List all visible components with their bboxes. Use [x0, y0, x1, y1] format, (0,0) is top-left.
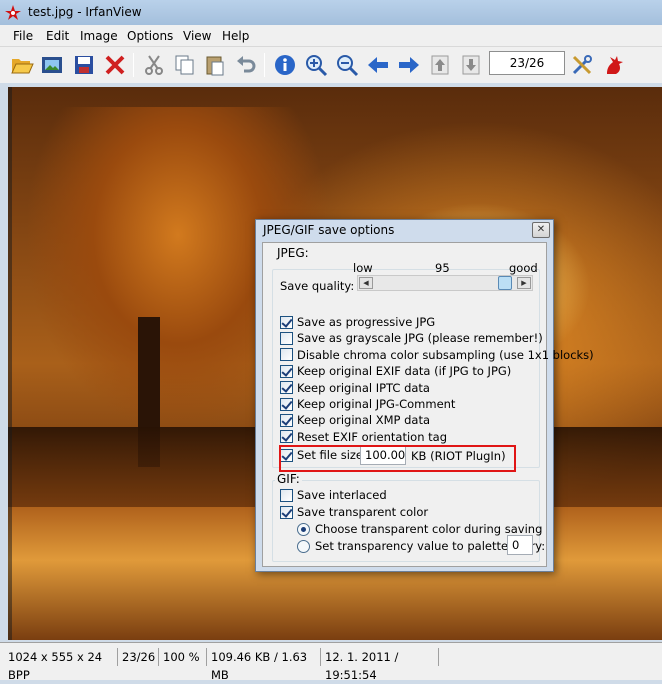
save-interlaced-checkbox[interactable] [280, 488, 293, 502]
dialog-title: JPEG/GIF save options [263, 223, 395, 237]
toolbar-separator [264, 53, 265, 77]
disable-chroma-subsampling-checkbox[interactable] [280, 348, 293, 362]
choose-transparent-color-label: Choose transparent color during saving [315, 522, 543, 536]
quality-value: 95 [435, 261, 450, 275]
jpeg-group-label: JPEG: [275, 246, 311, 260]
menu-edit[interactable]: Edit [46, 29, 69, 43]
cut-icon[interactable] [140, 51, 168, 79]
toolbar-separator [133, 53, 134, 77]
jpeg-gif-save-options-dialog: JPEG/GIF save options ✕ JPEG: low 95 goo… [255, 219, 594, 572]
undo-icon[interactable] [232, 51, 260, 79]
menu-bar: File Edit Image Options View Help [0, 25, 662, 47]
image-counter-field[interactable]: 23/26 [489, 51, 565, 75]
gif-group-label: GIF: [275, 472, 302, 486]
save-transparent-color-checkbox[interactable] [280, 505, 293, 519]
reset-exif-orientation-label: Reset EXIF orientation tag [297, 429, 448, 444]
disable-chroma-subsampling-row: Disable chroma color subsampling (use 1x… [280, 347, 594, 363]
grayscale-jpg-row: Save as grayscale JPG (please remember!) [280, 330, 543, 346]
keep-exif-checkbox[interactable] [280, 364, 293, 378]
keep-xmp-label: Keep original XMP data [297, 413, 431, 428]
save-transparent-color-label: Save transparent color [297, 505, 429, 519]
keep-xmp-row: Keep original XMP data [280, 412, 430, 428]
delete-icon[interactable] [101, 51, 129, 79]
status-bar: 1024 x 555 x 24 BPP 23/26 100 % 109.46 K… [0, 642, 662, 682]
zoom-out-icon[interactable] [333, 51, 361, 79]
keep-iptc-row: Keep original IPTC data [280, 380, 430, 396]
keep-iptc-checkbox[interactable] [280, 381, 293, 395]
keep-jpg-comment-label: Keep original JPG-Comment [297, 397, 456, 411]
previous-icon[interactable] [364, 51, 392, 79]
choose-transparent-color-radio[interactable] [297, 522, 310, 536]
status-file-size: 109.46 KB / 1.63 MB [207, 648, 321, 682]
grayscale-jpg-checkbox[interactable] [280, 331, 293, 345]
title-bar: test.jpg - IrfanView [0, 0, 662, 25]
keep-xmp-checkbox[interactable] [280, 413, 293, 427]
status-zoom: 100 % [159, 648, 207, 666]
dialog-content: JPEG: low 95 good Save quality: ◀ ▶ Save… [262, 242, 594, 567]
paste-icon[interactable] [201, 51, 229, 79]
grayscale-jpg-label: Save as grayscale JPG (please remember!) [297, 331, 543, 346]
slider-left-arrow-icon[interactable]: ◀ [359, 277, 373, 289]
first-page-icon[interactable] [426, 51, 454, 79]
status-datetime: 12. 1. 2011 / 19:51:54 [321, 648, 439, 682]
keep-exif-row: Keep original EXIF data (if JPG to JPG) [280, 363, 511, 379]
disable-chroma-subsampling-label: Disable chroma color subsampling (use 1x… [297, 347, 594, 362]
keep-jpg-comment-row: Keep original JPG-Comment [280, 396, 455, 412]
progressive-jpg-checkbox[interactable] [280, 315, 293, 329]
status-index: 23/26 [118, 648, 159, 666]
slider-thumb[interactable] [497, 276, 512, 290]
zoom-in-icon[interactable] [302, 51, 330, 79]
keep-iptc-label: Keep original IPTC data [297, 380, 430, 395]
palette-entry-input[interactable]: 0 [507, 535, 533, 555]
exit-icon[interactable] [600, 51, 628, 79]
slideshow-icon[interactable] [38, 51, 66, 79]
set-transparency-value-radio[interactable] [297, 539, 310, 553]
progressive-jpg-label: Save as progressive JPG [297, 315, 436, 329]
copy-icon[interactable] [170, 51, 198, 79]
quality-low-label: low [353, 261, 373, 275]
info-icon[interactable] [271, 51, 299, 79]
save-icon[interactable] [70, 51, 98, 79]
last-page-icon[interactable] [457, 51, 485, 79]
save-quality-label: Save quality: [280, 279, 355, 293]
save-interlaced-label: Save interlaced [297, 488, 387, 502]
quality-good-label: good [509, 261, 538, 275]
window-title: test.jpg - IrfanView [28, 5, 142, 19]
menu-image[interactable]: Image [80, 29, 118, 43]
menu-view[interactable]: View [183, 29, 211, 43]
menu-file[interactable]: File [13, 29, 33, 43]
settings-icon[interactable] [568, 51, 596, 79]
file-size-highlight-box [279, 445, 516, 472]
save-quality-slider[interactable]: ◀ ▶ [357, 275, 533, 291]
progressive-jpg-row: Save as progressive JPG [280, 314, 435, 330]
reset-exif-orientation-checkbox[interactable] [280, 430, 293, 444]
dialog-close-button[interactable]: ✕ [532, 222, 550, 238]
status-dimensions: 1024 x 555 x 24 BPP [4, 648, 118, 682]
slider-right-arrow-icon[interactable]: ▶ [517, 277, 531, 289]
keep-jpg-comment-checkbox[interactable] [280, 397, 293, 411]
next-icon[interactable] [395, 51, 423, 79]
save-interlaced-row: Save interlaced [280, 487, 387, 503]
save-transparent-color-row: Save transparent color [280, 504, 428, 520]
irfanview-logo-icon [5, 5, 21, 20]
choose-transparent-color-row: Choose transparent color during saving [297, 521, 542, 537]
open-folder-icon[interactable] [8, 51, 36, 79]
reset-exif-orientation-row: Reset EXIF orientation tag [280, 429, 447, 445]
menu-options[interactable]: Options [127, 29, 173, 43]
menu-help[interactable]: Help [222, 29, 249, 43]
keep-exif-label: Keep original EXIF data (if JPG to JPG) [297, 364, 512, 379]
